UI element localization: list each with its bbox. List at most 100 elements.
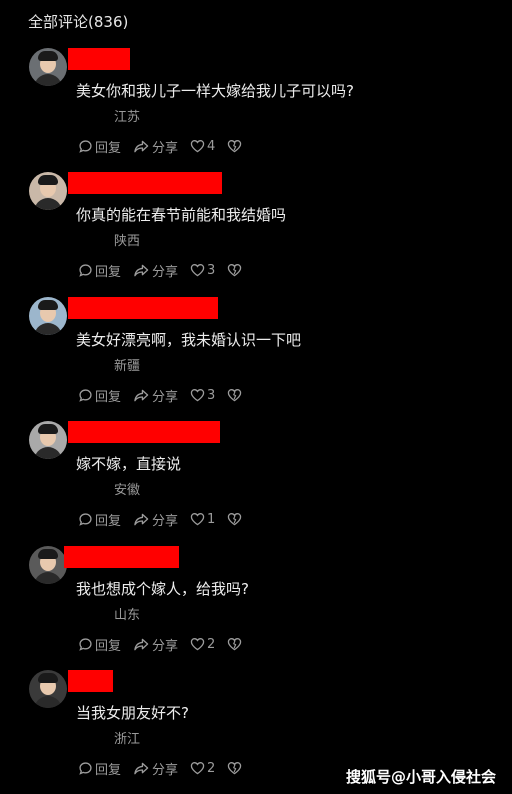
- share-button[interactable]: 分享: [131, 386, 178, 405]
- reply-button[interactable]: 回复: [76, 759, 121, 778]
- comment-item: 你真的能在春节前能和我结婚吗 陕西 回复 分享 3: [0, 172, 512, 296]
- heart-icon: [190, 388, 205, 402]
- comment-actions: 回复 分享 1: [76, 510, 242, 529]
- like-button[interactable]: 1: [188, 512, 215, 527]
- comment-item: 我也想成个嫁人，给我吗? 山东 回复 分享 2: [0, 546, 512, 670]
- like-count: 4: [207, 138, 216, 154]
- like-button[interactable]: 2: [188, 761, 215, 776]
- share-label: 分享: [152, 389, 179, 405]
- dislike-button[interactable]: [225, 761, 242, 775]
- redacted-username: [68, 421, 220, 443]
- watermark: 搜狐号@小哥入侵社会: [345, 768, 496, 786]
- reply-icon: [78, 263, 93, 278]
- heart-icon: [190, 263, 205, 277]
- reply-button[interactable]: 回复: [76, 635, 121, 654]
- dislike-button[interactable]: [225, 637, 242, 651]
- share-label: 分享: [152, 638, 179, 654]
- comment-item: 美女好漂亮啊，我未婚认识一下吧 新疆 回复 分享 3: [0, 297, 512, 421]
- comment-actions: 回复 分享 3: [76, 386, 242, 405]
- dislike-button[interactable]: [225, 512, 242, 526]
- comment-item: 嫁不嫁，直接说 安徽 回复 分享 1: [0, 421, 512, 545]
- reply-icon: [78, 512, 93, 527]
- comment-text: 你真的能在春节前能和我结婚吗: [76, 206, 287, 224]
- dislike-button[interactable]: [225, 263, 242, 277]
- reply-icon: [78, 761, 93, 776]
- comment-actions: 回复 分享 3: [76, 261, 242, 280]
- share-icon: [133, 263, 150, 278]
- comment-actions: 回复 分享 2: [76, 759, 242, 778]
- like-button[interactable]: 4: [188, 139, 215, 154]
- share-icon: [133, 637, 150, 652]
- comment-location: 浙江: [114, 732, 141, 747]
- reply-button[interactable]: 回复: [76, 510, 121, 529]
- like-button[interactable]: 2: [188, 637, 215, 652]
- comments-header: 全部评论(836): [28, 13, 129, 31]
- share-icon: [133, 761, 150, 776]
- avatar[interactable]: [29, 546, 67, 584]
- reply-label: 回复: [95, 140, 122, 156]
- comment-item: 美女你和我儿子一样大嫁给我儿子可以吗? 江苏 回复 分享 4: [0, 48, 512, 172]
- redacted-username: [68, 172, 222, 194]
- comment-actions: 回复 分享 2: [76, 635, 242, 654]
- avatar[interactable]: [29, 48, 67, 86]
- reply-label: 回复: [95, 762, 122, 778]
- redacted-username: [64, 546, 179, 568]
- share-icon: [133, 388, 150, 403]
- comment-location: 江苏: [114, 110, 141, 125]
- share-icon: [133, 512, 150, 527]
- reply-label: 回复: [95, 638, 122, 654]
- reply-label: 回复: [95, 513, 122, 529]
- like-count: 3: [207, 262, 216, 278]
- broken-heart-icon: [227, 761, 242, 775]
- dislike-button[interactable]: [225, 388, 242, 402]
- broken-heart-icon: [227, 637, 242, 651]
- share-label: 分享: [152, 140, 179, 156]
- avatar[interactable]: [29, 670, 67, 708]
- redacted-username: [68, 297, 218, 319]
- share-button[interactable]: 分享: [131, 510, 178, 529]
- broken-heart-icon: [227, 388, 242, 402]
- comment-location: 山东: [114, 608, 141, 623]
- broken-heart-icon: [227, 263, 242, 277]
- comment-location: 安徽: [114, 483, 141, 498]
- avatar[interactable]: [29, 172, 67, 210]
- redacted-username: [68, 670, 113, 692]
- share-label: 分享: [152, 513, 179, 529]
- avatar[interactable]: [29, 297, 67, 335]
- heart-icon: [190, 761, 205, 775]
- like-count: 1: [207, 511, 216, 527]
- heart-icon: [190, 512, 205, 526]
- comment-text: 当我女朋友好不?: [76, 704, 189, 722]
- broken-heart-icon: [227, 139, 242, 153]
- share-button[interactable]: 分享: [131, 759, 178, 778]
- reply-label: 回复: [95, 264, 122, 280]
- reply-button[interactable]: 回复: [76, 386, 121, 405]
- reply-button[interactable]: 回复: [76, 137, 121, 156]
- comment-location: 陕西: [114, 234, 141, 249]
- reply-label: 回复: [95, 389, 122, 405]
- broken-heart-icon: [227, 512, 242, 526]
- reply-icon: [78, 637, 93, 652]
- comment-text: 嫁不嫁，直接说: [76, 455, 182, 473]
- like-count: 2: [207, 636, 216, 652]
- reply-icon: [78, 388, 93, 403]
- share-button[interactable]: 分享: [131, 261, 178, 280]
- like-button[interactable]: 3: [188, 388, 215, 403]
- share-icon: [133, 139, 150, 154]
- share-button[interactable]: 分享: [131, 137, 178, 156]
- share-label: 分享: [152, 264, 179, 280]
- like-button[interactable]: 3: [188, 263, 215, 278]
- comment-actions: 回复 分享 4: [76, 137, 242, 156]
- share-label: 分享: [152, 762, 179, 778]
- reply-icon: [78, 139, 93, 154]
- like-count: 2: [207, 760, 216, 776]
- heart-icon: [190, 637, 205, 651]
- dislike-button[interactable]: [225, 139, 242, 153]
- like-count: 3: [207, 387, 216, 403]
- comment-text: 我也想成个嫁人，给我吗?: [76, 580, 249, 598]
- reply-button[interactable]: 回复: [76, 261, 121, 280]
- comment-text: 美女好漂亮啊，我未婚认识一下吧: [76, 331, 302, 349]
- comment-location: 新疆: [114, 359, 141, 374]
- share-button[interactable]: 分享: [131, 635, 178, 654]
- avatar[interactable]: [29, 421, 67, 459]
